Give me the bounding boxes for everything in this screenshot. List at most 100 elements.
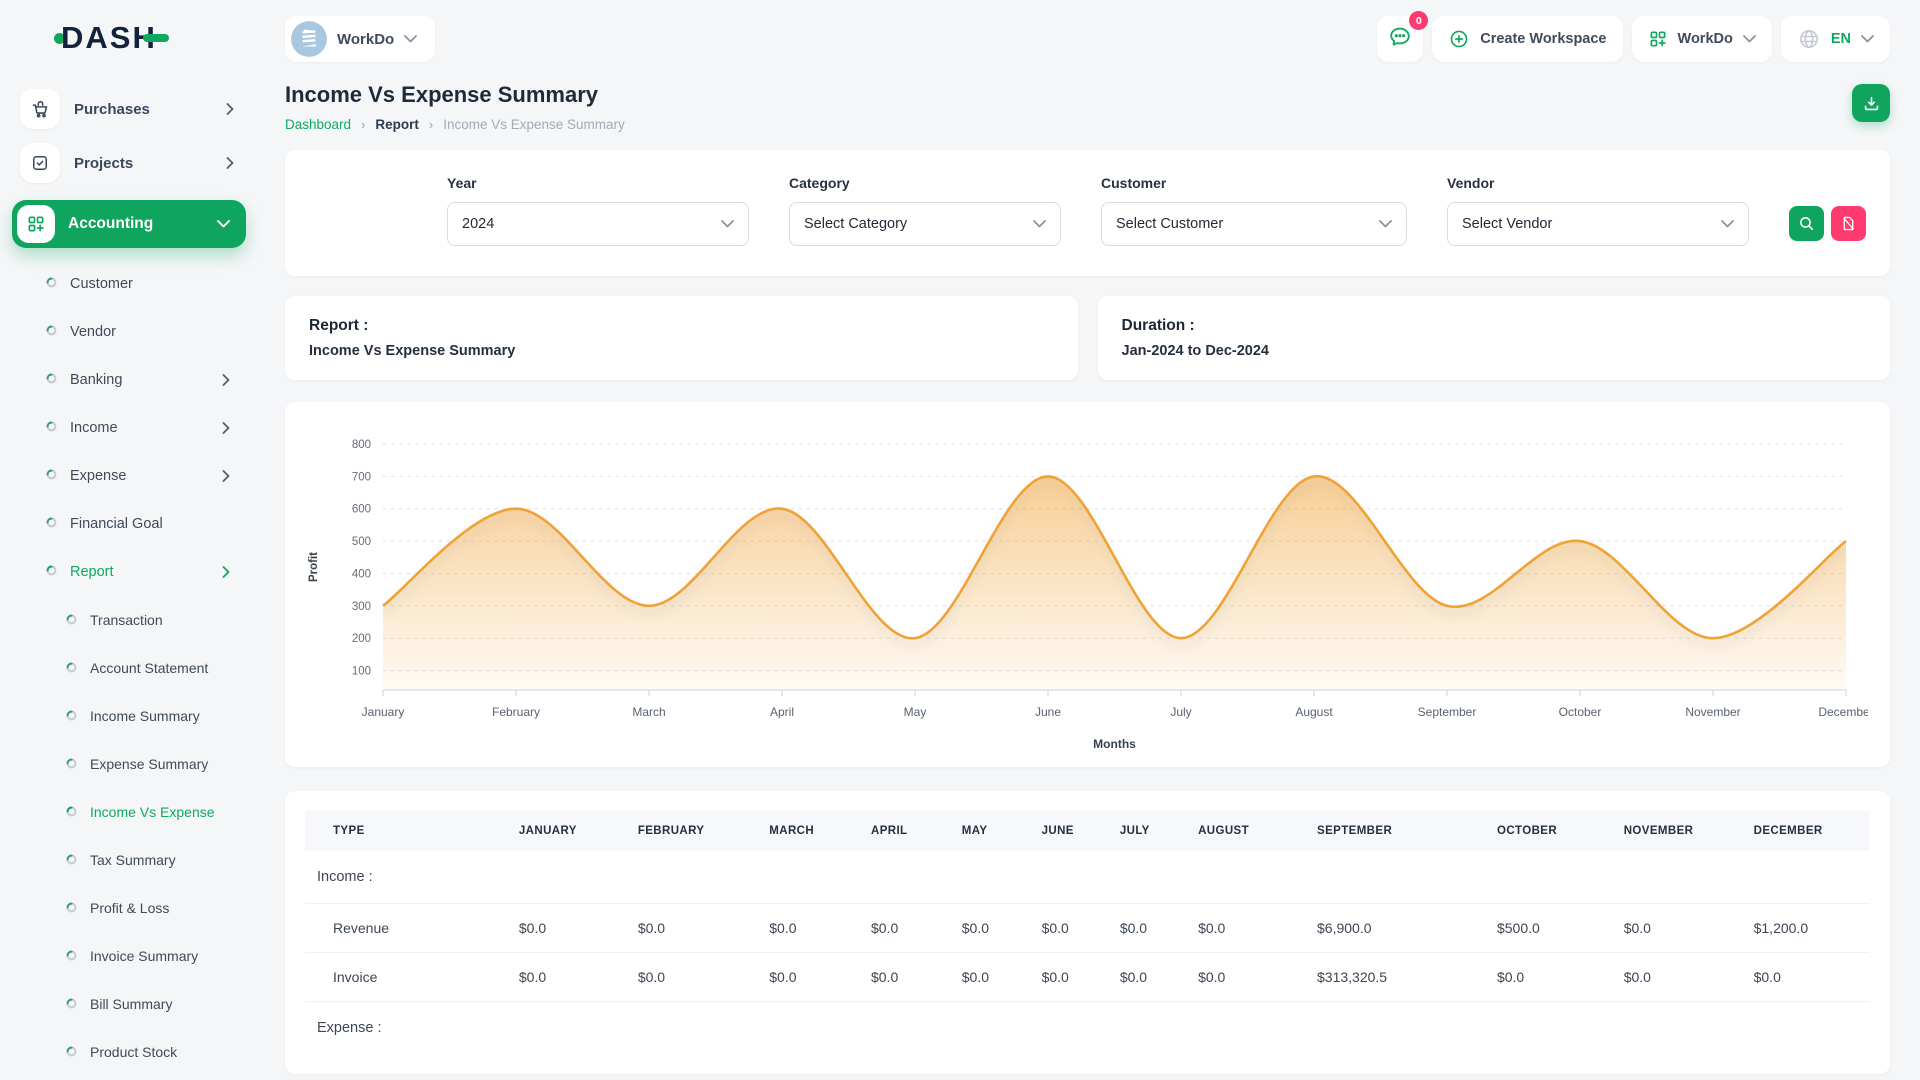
column-header: JULY (1108, 811, 1186, 851)
logo-bar (143, 34, 169, 42)
svg-text:July: July (1170, 705, 1191, 719)
cell-value: $0.0 (507, 904, 626, 953)
sidebar-item-label: Transaction (90, 612, 163, 628)
sidebar-item-tax-summary[interactable]: Tax Summary (12, 836, 246, 884)
sidebar-item-label: Accounting (68, 215, 153, 233)
filter-fields: Year 2024 Category Select Category Custo… (447, 175, 1789, 246)
sidebar-item-label: Bill Summary (90, 996, 172, 1012)
donut-icon (46, 420, 57, 436)
sidebar-item-financial-goal[interactable]: Financial Goal (12, 500, 246, 548)
table-row: Invoice$0.0$0.0$0.0$0.0$0.0$0.0$0.0$0.0$… (305, 953, 1870, 1002)
year-select[interactable]: 2024 (447, 202, 749, 246)
table-header-row: TYPEJANUARYFEBRUARYMARCHAPRILMAYJUNEJULY… (305, 811, 1870, 851)
column-header: MARCH (757, 811, 859, 851)
donut-icon (46, 564, 57, 580)
summary-title: Duration : (1122, 317, 1867, 335)
language-selector[interactable]: EN (1781, 16, 1890, 62)
donut-icon (66, 948, 77, 964)
svg-text:May: May (904, 705, 927, 719)
sidebar-item-transaction[interactable]: Transaction (12, 596, 246, 644)
sidebar-item-projects[interactable]: Projects (12, 136, 246, 190)
cell-value: $0.0 (950, 953, 1030, 1002)
sidebar-item-label: Vendor (70, 324, 116, 340)
workspace-name: WorkDo (337, 31, 394, 48)
sidebar-item-label: Account Statement (90, 660, 208, 676)
download-button[interactable] (1852, 84, 1890, 122)
svg-text:800: 800 (352, 439, 371, 451)
sidebar-item-banking[interactable]: Banking (12, 356, 246, 404)
svg-text:November: November (1685, 705, 1740, 719)
svg-text:October: October (1559, 705, 1602, 719)
customer-select[interactable]: Select Customer (1101, 202, 1407, 246)
sidebar-item-income-summary[interactable]: Income Summary (12, 692, 246, 740)
filter-field-vendor: Vendor Select Vendor (1447, 175, 1749, 246)
sidebar-item-product-stock[interactable]: Product Stock (12, 1028, 246, 1076)
sidebar-item-account-statement[interactable]: Account Statement (12, 644, 246, 692)
chevron-down-icon (721, 220, 734, 228)
column-header: OCTOBER (1485, 811, 1612, 851)
donut-icon (66, 804, 77, 820)
sidebar-item-cash-flow[interactable]: Cash Flow (12, 1076, 246, 1080)
table-row: Revenue$0.0$0.0$0.0$0.0$0.0$0.0$0.0$0.0$… (305, 904, 1870, 953)
filter-label: Category (789, 175, 1061, 191)
chat-bubble-icon (1387, 24, 1413, 54)
cell-value: $0.0 (950, 904, 1030, 953)
sidebar-item-expense-summary[interactable]: Expense Summary (12, 740, 246, 788)
column-header: JUNE (1030, 811, 1108, 851)
main-content: WorkDo 0 Create Workspace WorkDo EN (258, 0, 1920, 1074)
messages-button[interactable]: 0 (1377, 16, 1423, 62)
sidebar-item-profit-loss[interactable]: Profit & Loss (12, 884, 246, 932)
cell-value: $0.0 (1742, 953, 1870, 1002)
vendor-select[interactable]: Select Vendor (1447, 202, 1749, 246)
chevron-down-icon (1861, 35, 1874, 43)
sidebar-item-label: Expense (70, 468, 126, 484)
page-head: Income Vs Expense Summary Dashboard›Repo… (285, 82, 1890, 132)
table-section-row: Income : (305, 851, 1870, 904)
svg-text:August: August (1295, 705, 1333, 719)
donut-icon (66, 852, 77, 868)
sidebar-item-bill-summary[interactable]: Bill Summary (12, 980, 246, 1028)
workspace-menu-button[interactable]: WorkDo (1632, 16, 1772, 62)
cart-icon (20, 89, 60, 129)
sidebar-item-invoice-summary[interactable]: Invoice Summary (12, 932, 246, 980)
column-header: MAY (950, 811, 1030, 851)
row-type: Revenue (305, 904, 507, 953)
donut-icon (66, 612, 77, 628)
workspace-switcher[interactable]: WorkDo (285, 16, 435, 62)
reset-button[interactable] (1831, 206, 1866, 241)
sidebar-item-vendor[interactable]: Vendor (12, 308, 246, 356)
app-logo[interactable]: DASH (54, 20, 246, 56)
svg-text:400: 400 (352, 569, 371, 581)
income-expense-table-card: TYPEJANUARYFEBRUARYMARCHAPRILMAYJUNEJULY… (285, 791, 1890, 1074)
sidebar-sub-list: Customer Vendor Banking Income Expense F… (12, 260, 246, 1080)
workspace-menu-label: WorkDo (1678, 31, 1733, 47)
sidebar-item-label: Product Stock (90, 1044, 177, 1060)
breadcrumb-item[interactable]: Dashboard (285, 117, 351, 132)
category-select[interactable]: Select Category (789, 202, 1061, 246)
sidebar-item-income[interactable]: Income (12, 404, 246, 452)
sidebar-item-label: Purchases (74, 101, 150, 118)
search-button[interactable] (1789, 206, 1824, 241)
svg-text:600: 600 (352, 504, 371, 516)
cell-value: $313,320.5 (1305, 953, 1485, 1002)
svg-text:100: 100 (352, 666, 371, 678)
chevron-right-icon (226, 103, 234, 115)
chevron-down-icon (217, 220, 230, 228)
filter-label: Customer (1101, 175, 1407, 191)
cell-value: $0.0 (1612, 953, 1742, 1002)
grid-plus-icon (1648, 29, 1668, 49)
sidebar-item-purchases[interactable]: Purchases (12, 82, 246, 136)
sidebar-item-income-vs-expense[interactable]: Income Vs Expense (12, 788, 246, 836)
select-value: Select Category (804, 216, 907, 232)
sidebar-item-report[interactable]: Report (12, 548, 246, 596)
svg-text:December: December (1818, 705, 1868, 719)
svg-text:300: 300 (352, 601, 371, 613)
column-header: NOVEMBER (1612, 811, 1742, 851)
create-workspace-button[interactable]: Create Workspace (1432, 16, 1622, 62)
svg-text:500: 500 (352, 536, 371, 548)
grid-plus-icon (17, 205, 55, 243)
breadcrumb-item[interactable]: Report (375, 117, 419, 132)
sidebar-item-accounting[interactable]: Accounting (12, 200, 246, 248)
sidebar-item-expense[interactable]: Expense (12, 452, 246, 500)
sidebar-item-customer[interactable]: Customer (12, 260, 246, 308)
